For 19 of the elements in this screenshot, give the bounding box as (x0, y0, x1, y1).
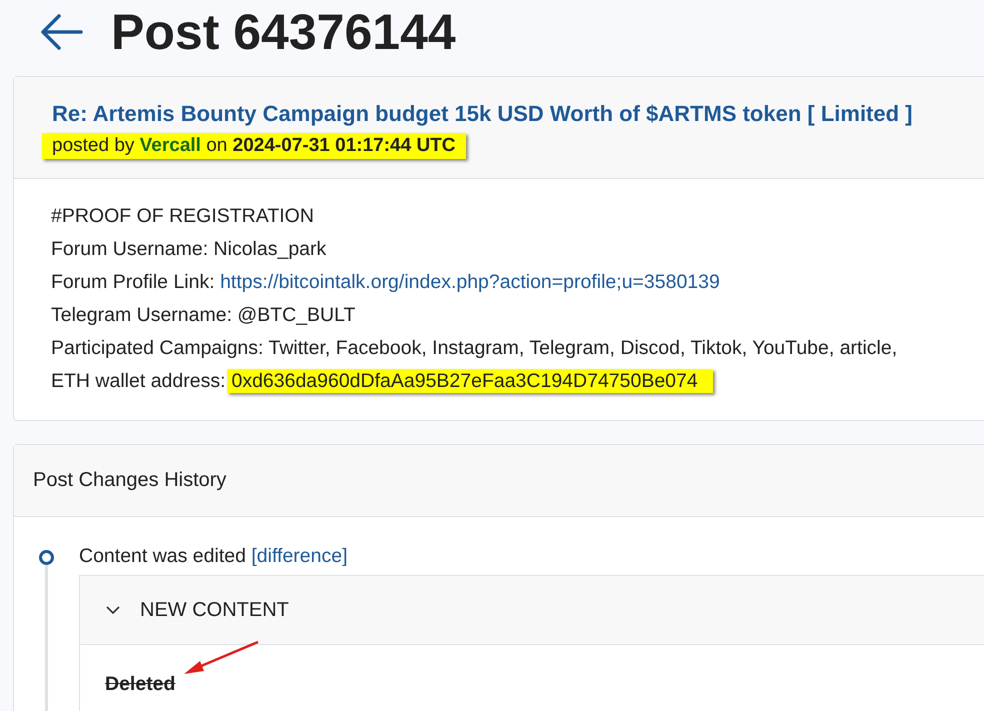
page-title: Post 64376144 (111, 3, 456, 61)
section-toggle[interactable]: NEW CONTENT (80, 576, 984, 645)
wallet-address: 0xd636da960dDfaAa95B27eFaa3C194D74750Be074 (227, 369, 713, 393)
chevron-icon (106, 606, 120, 614)
post-text-line: Telegram Username: @BTC_BULT (51, 304, 356, 326)
topic-link[interactable]: Re: Artemis Bounty Campaign budget 15k USD Worth of $ARTMS token [ Limited ] (52, 101, 946, 127)
post-byline: posted by Vercall on 2024-07-31 01:17:44 UTC (42, 133, 466, 159)
content-text: Deleted (105, 673, 176, 695)
timeline-dot-icon (38, 550, 54, 565)
event-text: Content was edited (79, 545, 246, 567)
difference-link[interactable]: [difference] (251, 545, 348, 567)
history-title: Post Changes History (33, 469, 226, 491)
back-arrow-icon[interactable] (39, 13, 83, 51)
post-text-line: Forum Username: Nicolas_park (51, 238, 326, 260)
post-text-line: #PROOF OF REGISTRATION (51, 205, 314, 227)
post-text-line: Participated Campaigns: Twitter, Facebook, Instagram, Telegram, Discod, Tiktok, YouTube, article, (51, 337, 898, 359)
profile-link[interactable]: https://bitcointalk.org/index.php?action=profile;u=3580139 (220, 271, 720, 293)
post-text-label: ETH wallet address: (51, 370, 226, 392)
post-text-label: Forum Profile Link: (51, 271, 215, 293)
